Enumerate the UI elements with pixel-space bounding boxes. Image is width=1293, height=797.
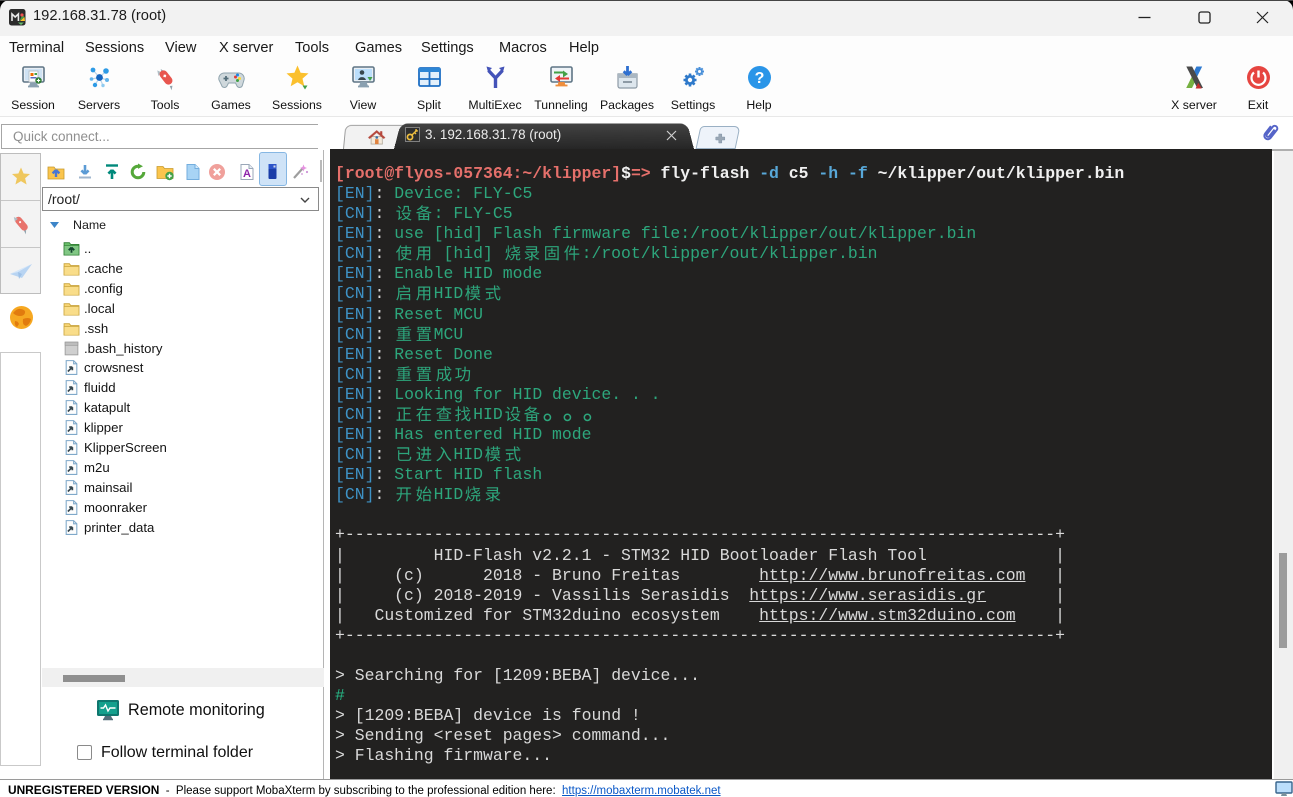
svg-text:?: ? <box>754 70 764 87</box>
svg-text:A: A <box>243 168 251 180</box>
